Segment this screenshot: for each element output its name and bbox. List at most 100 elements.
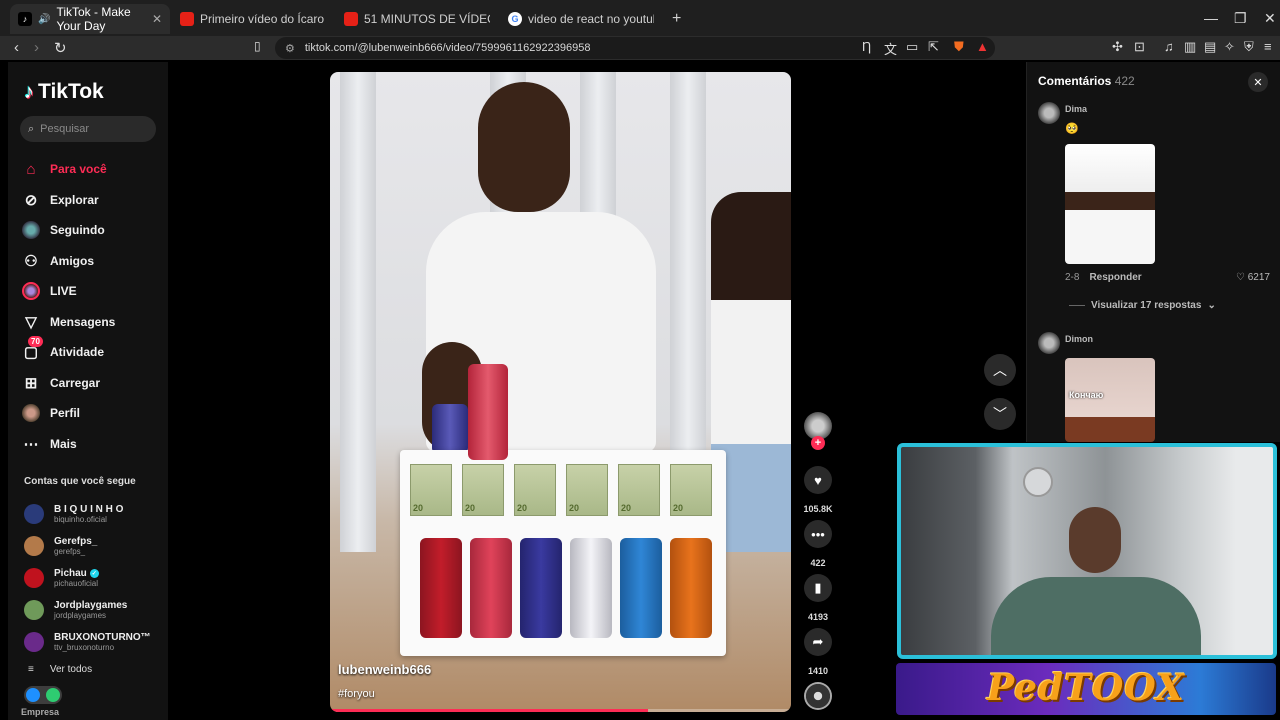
account-name: Jordplaygames [54,600,128,611]
next-video-button[interactable]: ﹀ [984,398,1016,430]
nav-label: Amigos [50,253,95,268]
nav-item-perfil[interactable]: Perfil [22,398,115,429]
video-player[interactable]: 20 20 20 20 20 20 lubenweinb666 #foryou [330,72,791,712]
comments-title: Comentários 422 [1038,74,1135,88]
follow-plus-icon[interactable]: + [811,436,825,450]
avatar [24,536,44,556]
nav-item-amigos[interactable]: ⚇ Amigos [22,246,115,277]
avatar[interactable] [1038,332,1060,354]
view-replies-label: Visualizar 17 respostas [1091,300,1202,311]
following-account[interactable]: Gerefps_ gerefps_ [24,530,151,562]
browser-tab[interactable]: ♪ 🔊 TikTok - Make Your Day ✕ [10,4,170,34]
tab-label: TikTok - Make Your Day [56,5,131,33]
forward-icon[interactable]: › [34,39,39,56]
comment-like-count: 6217 [1247,272,1270,283]
site-settings-icon[interactable]: ⚙ [285,42,295,55]
video-progress-fill [330,709,649,712]
previous-video-button[interactable]: ︿ [984,354,1016,386]
browser-tab[interactable]: G video de react no youtube monetiza [500,6,662,32]
nav-item-carregar[interactable]: ⊞ Carregar [22,368,115,399]
reply-button[interactable]: Responder [1089,272,1141,283]
account-handle: gerefps_ [54,547,86,556]
nav-label: Seguindo [50,223,105,238]
nav-item-mensagens[interactable]: ▽ Mensagens [22,307,115,338]
nav-item-explorar[interactable]: ⊘ Explorar [22,185,115,216]
comment-author[interactable]: Dimon [1065,334,1093,344]
comment-date: 2-8 [1065,272,1080,283]
account-handle: pichauoficial [54,579,99,588]
heart-outline-icon: ♡ [1236,272,1245,283]
restore-icon[interactable]: ❐ [1234,10,1247,27]
avatar [24,504,44,524]
back-icon[interactable]: ‹ [14,39,19,56]
like-count: 105.8K [803,504,833,514]
wallet-icon[interactable]: ▤ [1204,39,1216,55]
dollar-bill: 20 [514,464,556,516]
save-count: 4193 [807,612,829,622]
comment-image[interactable] [1065,144,1155,264]
bookmark-icon[interactable]: ▯ [254,39,261,53]
video-author[interactable]: lubenweinb666 [338,662,431,677]
tiktok-logo[interactable]: ♪ TikTok [24,80,104,104]
leo-icon[interactable]: ✧ [1224,39,1235,55]
comment-author[interactable]: Dima [1065,104,1087,114]
browser-tab[interactable]: Primeiro vídeo do Ícaro Lermén. [172,6,334,32]
extensions-icon[interactable]: ✣ [1112,39,1123,55]
share-count: 1410 [807,666,829,676]
comment-icon[interactable]: ••• [804,520,832,548]
energy-can [470,538,512,638]
share-arrow-icon[interactable]: ➦ [804,628,832,656]
cast-icon[interactable]: ▭ [906,39,918,55]
following-account[interactable]: B I Q U I N H O biquinho.oficial [24,498,151,530]
account-name: Pichau [54,568,87,579]
nav-item-para-voce[interactable]: ⌂ Para você [22,154,115,185]
vpn-icon[interactable]: ⛨ [1244,39,1254,55]
no-translate-icon[interactable]: Ƞ [862,39,871,54]
account-name-row: Pichau ✓ [54,568,99,579]
video-progress-bar[interactable] [330,709,791,712]
nav-item-seguindo[interactable]: Seguindo [22,215,115,246]
media-icon[interactable]: ♫ [1164,39,1174,54]
streamer-head [1069,507,1121,573]
browser-tab-bar: ♪ 🔊 TikTok - Make Your Day ✕ Primeiro ví… [0,0,1280,36]
see-all-button[interactable]: ≡ Ver todos [28,664,92,675]
tiktok-sidebar: ♪ TikTok ⌕ Pesquisar ⌂ Para você ⊘ Explo… [8,62,168,720]
view-replies-button[interactable]: Visualizar 17 respostas ⌄ [1069,300,1216,311]
new-tab-button[interactable]: + [664,6,686,32]
following-account[interactable]: Jordplaygames jordplaygames [24,594,151,626]
bookmark-icon[interactable]: ▮ [804,574,832,602]
energy-can [670,538,712,638]
rewards-icon[interactable]: ▲ [976,39,989,54]
close-icon[interactable]: ✕ [152,12,162,26]
avatar[interactable] [1038,102,1060,124]
like-heart-icon[interactable]: ♥ [804,466,832,494]
banner-logo-text: PedTOOX [987,667,1185,709]
company-label[interactable]: Empresa [21,707,59,717]
search-input[interactable]: ⌕ Pesquisar [20,116,156,142]
browser-tab[interactable]: 51 MINUTOS DE VÍDEOS ENGRAÇAD [336,6,498,32]
video-hashtag[interactable]: #foryou [338,688,375,700]
following-account[interactable]: BRUXONOTURNO™ ttv_bruxonoturno [24,626,151,658]
music-disc-icon[interactable] [804,682,832,710]
business-toggle[interactable] [24,686,62,704]
close-icon[interactable]: ✕ [1248,72,1268,92]
share-icon[interactable]: ⇱ [928,39,939,55]
minimize-icon[interactable]: — [1204,10,1218,26]
comment-like-button[interactable]: ♡ 6217 [1236,272,1270,283]
comment-image[interactable]: Кончаю [1065,358,1155,442]
brave-shield-icon[interactable]: ⛊ [954,39,964,55]
nav-item-mais[interactable]: ⋯ Mais [22,429,115,460]
translate-icon[interactable]: 文 [884,39,897,58]
following-account[interactable]: Pichau ✓ pichauoficial [24,562,151,594]
nav-item-atividade[interactable]: ▢ 70 Atividade [22,336,115,368]
menu-icon[interactable]: ≡ [1264,39,1272,54]
nav-item-live[interactable]: LIVE [22,276,115,307]
dollar-bill: 20 [566,464,608,516]
send-icon: ▽ [25,313,37,331]
home-icon: ⌂ [26,160,36,178]
window-close-icon[interactable]: ✕ [1264,10,1276,27]
screenshot-icon[interactable]: ⊡ [1134,39,1145,55]
reload-icon[interactable]: ↻ [54,39,67,57]
video-person-head [478,82,570,212]
sidebar-icon[interactable]: ▥ [1184,39,1196,55]
